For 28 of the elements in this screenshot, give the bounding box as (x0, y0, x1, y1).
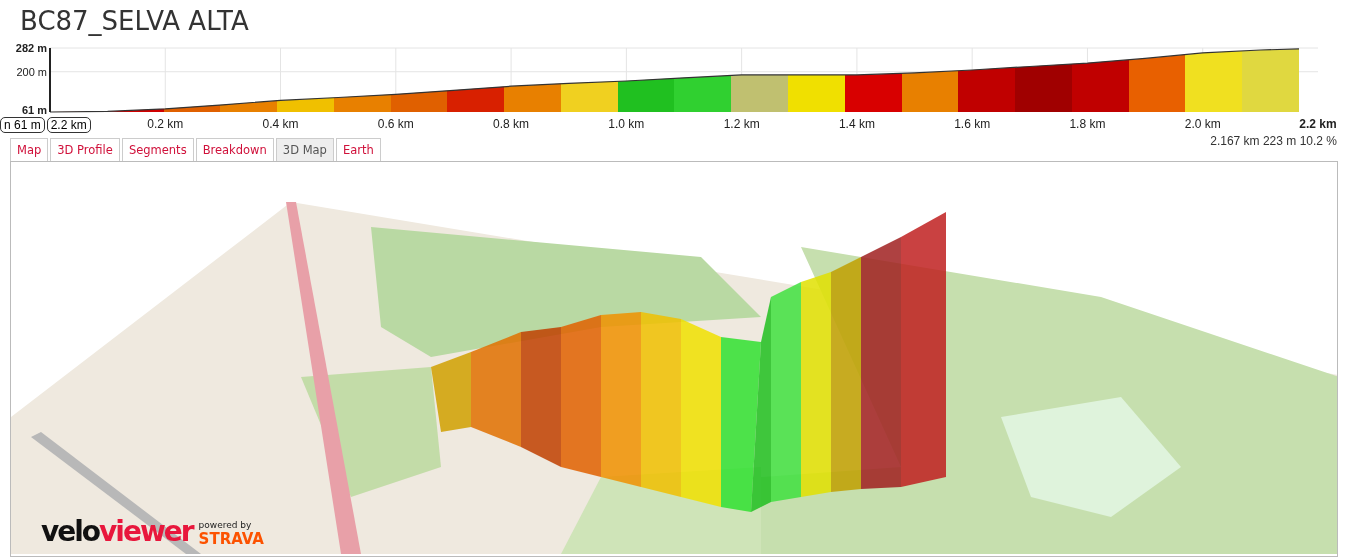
veloviewer-logo: veloviewer (41, 515, 193, 548)
x-tick-label: 1.6 km (954, 117, 991, 131)
cursor-label: 2.2 km (46, 117, 91, 133)
x-tick-label: 1.2 km (723, 117, 760, 131)
strava-logo: STRAVA (198, 530, 264, 548)
cursor-label: n 61 m (0, 117, 45, 133)
x-tick-label: 0.8 km (493, 117, 530, 131)
x-tick-label: 0.2 km (147, 117, 184, 131)
tab[interactable]: Segments (121, 138, 194, 161)
y-tick-label: 200 m (16, 65, 47, 78)
tab[interactable]: 3D Map (275, 138, 334, 161)
route-stats: 2.167 km 223 m 10.2 % (1210, 134, 1337, 148)
x-tick-label: 0.4 km (262, 117, 299, 131)
route-title: BC87_SELVA ALTA (20, 5, 250, 38)
y-tick-label: 282 m (15, 42, 47, 54)
x-tick-label: 0.6 km (377, 117, 414, 131)
x-tick-label: 1.8 km (1069, 117, 1106, 131)
powered-by-label: powered by (198, 520, 253, 530)
x-tick-label: 1.4 km (838, 117, 875, 131)
tab[interactable]: Map (10, 138, 49, 161)
y-tick-label: 61 m (21, 104, 47, 116)
tab[interactable]: Earth (335, 138, 381, 161)
y-axis (49, 47, 51, 113)
tab[interactable]: Breakdown (195, 138, 274, 161)
x-tick-label: 1.0 km (608, 117, 645, 131)
x-tick-label: 2.0 km (1184, 117, 1221, 131)
x-tick-label: 2.2 km (1299, 117, 1337, 131)
tab[interactable]: 3D Profile (50, 138, 120, 161)
